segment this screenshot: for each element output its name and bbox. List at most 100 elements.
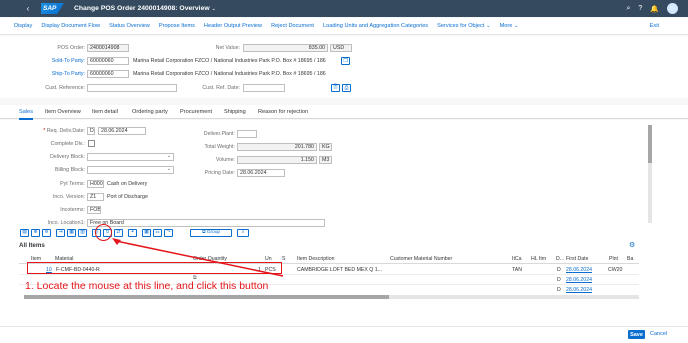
tab-shipping[interactable]: Shipping [224,109,246,115]
insert-row-icon[interactable]: ⊕ [31,229,40,237]
table-row-first-date[interactable]: 28.06.2024 [566,277,592,283]
weight-unit-field[interactable]: KG [319,143,332,151]
tab-ordering-party[interactable]: Ordering party [132,109,168,115]
col-hl-itm[interactable]: HL Itm [531,256,546,262]
pricing-date-field[interactable]: 28.06.2024 [237,169,285,177]
tab-procurement[interactable]: Procurement [180,109,212,115]
col-customer-material[interactable]: Customer Material Number [390,256,452,262]
col-item-description[interactable]: Item Description [297,256,334,262]
avatar[interactable]: ☺ [667,3,678,14]
pyt-terms-field[interactable]: H000 [87,180,104,188]
table-row-plnt[interactable]: CW20 [608,267,622,273]
table-row-itca[interactable]: TAN [512,267,522,273]
detail-icon[interactable]: ▤ [20,229,29,237]
col-d[interactable]: D... [556,256,564,262]
table-row-first-date[interactable]: 28.06.2024 [566,267,592,273]
complete-dlv-checkbox[interactable] [88,140,95,147]
sold-to-label[interactable]: Sold-To Party: [40,58,85,64]
app-title[interactable]: Change POS Order 2400014908: Overview ⌄ [74,5,216,12]
table-row-d[interactable]: D [557,287,561,293]
table-row-d[interactable]: D [557,277,561,283]
find-icon[interactable]: ⌕ [237,229,249,237]
structure-icon[interactable]: ☷ [153,229,162,237]
search-icon[interactable]: ⌕ [626,5,630,13]
loading-units-button[interactable]: Loading Units and Aggregation Categories [323,23,428,29]
pyt-terms-label: Pyt Terms: [60,181,85,187]
exit-button[interactable]: Exit [650,23,659,29]
tab-sales[interactable]: Sales [19,109,33,120]
incoterms-field[interactable]: FOB [87,206,101,214]
print-icon[interactable]: ⎙ [342,84,351,92]
deliver-plant-field[interactable] [237,130,257,138]
variant-icon[interactable]: ↷ [164,229,173,237]
volume-field[interactable]: 1.150 [237,156,317,164]
vertical-scrollbar[interactable] [648,125,652,223]
table-row-description[interactable]: CAMBRIDGE LOFT BED MEX Q 1... [297,267,382,273]
action-toolbar: Display Display Document Flow Status Ove… [0,18,688,35]
annotation-text: 1. Locate the mouse at this line, and cl… [25,280,269,292]
back-icon[interactable]: ‹ [21,4,35,13]
col-ba[interactable]: Ba [627,256,633,262]
document-icon[interactable]: 🗎 [331,84,340,92]
notifications-icon[interactable]: 🔔 [650,5,659,13]
volume-unit-field[interactable]: M3 [319,156,332,164]
horizontal-scrollbar[interactable] [24,295,639,299]
save-button[interactable]: Save [628,330,645,339]
col-status[interactable]: S [282,256,285,262]
annotation-button-circle [95,224,112,241]
delete-row-icon[interactable]: ⊖ [42,229,51,237]
display-document-flow-button[interactable]: Display Document Flow [41,23,100,29]
reject-document-button[interactable]: Reject Document [271,23,314,29]
ship-to-label[interactable]: Ship-To Party: [40,71,85,77]
gear-icon[interactable]: ⚙ [629,241,635,249]
block-icon[interactable]: ▦ [67,229,76,237]
services-for-object-button[interactable]: Services for Object ⌄ [437,23,491,29]
sold-to-field[interactable]: 60000060 [87,57,129,65]
cancel-button[interactable]: Cancel [650,331,667,337]
billing-block-dropdown[interactable]: ⌄ [87,166,174,174]
sap-logo[interactable]: SAP [41,3,64,14]
status-overview-button[interactable]: Status Overview [109,23,150,29]
col-itca[interactable]: ItCa [512,256,522,262]
configure-icon[interactable]: ▥ [78,229,87,237]
table-icon[interactable]: ▦ [142,229,151,237]
pricing-icon[interactable]: ⇄ [114,229,123,237]
table-row-first-date[interactable]: 28.06.2024 [566,287,592,293]
cust-reference-field[interactable] [87,84,177,92]
tab-reason-for-rejection[interactable]: Reason for rejection [258,109,308,115]
col-plnt[interactable]: Plnt [609,256,618,262]
total-weight-field[interactable]: 201.780 [237,143,317,151]
group-button[interactable]: ⧉ Group [190,229,232,237]
tab-item-overview[interactable]: Item Overview [45,109,81,115]
req-deliv-date-field[interactable]: 28.06.2024 [98,127,146,135]
more-button[interactable]: More ⌄ [500,23,519,29]
copy-icon[interactable]: ❐ [341,57,350,65]
cust-ref-date-field[interactable] [243,84,285,92]
group-button-label: Group [206,229,221,235]
currency-field[interactable]: USD [330,44,352,52]
display-button[interactable]: Display [14,23,32,29]
net-value-label: Net Value: [215,45,240,51]
sold-to-description: Marina Retail Corporation FZCO / Nationa… [133,58,326,64]
table-row-d[interactable]: D [557,267,561,273]
scrollbar-thumb[interactable] [648,125,652,163]
scrollbar-thumb[interactable] [24,295,389,299]
help-icon[interactable]: ? [638,5,642,12]
chevron-down-icon: ⌄ [166,166,171,172]
tab-item-detail[interactable]: Item detail [92,109,118,115]
net-value-field[interactable]: 835.00 [243,44,328,52]
delivery-block-dropdown[interactable]: ⌄ [87,153,174,161]
propose-items-button[interactable]: Propose Items [159,23,195,29]
annotation-row-highlight [27,262,282,274]
ship-to-field[interactable]: 60000060 [87,70,129,78]
link-icon[interactable]: ⚭ [128,229,137,237]
col-first-date[interactable]: First Date [566,256,588,262]
inco-version-field[interactable]: Z1 [87,193,104,201]
req-deliv-type-field[interactable]: D [87,127,95,135]
select-all-icon[interactable]: ⇥ [56,229,65,237]
header-output-preview-button[interactable]: Header Output Preview [204,23,262,29]
pos-order-field[interactable]: 2400014908 [87,44,129,52]
deliver-plant-label: Deliver.Plant: [203,131,235,137]
inco-location-field[interactable]: Free on Board [87,219,325,227]
pos-order-label: POS Order: [57,45,85,51]
